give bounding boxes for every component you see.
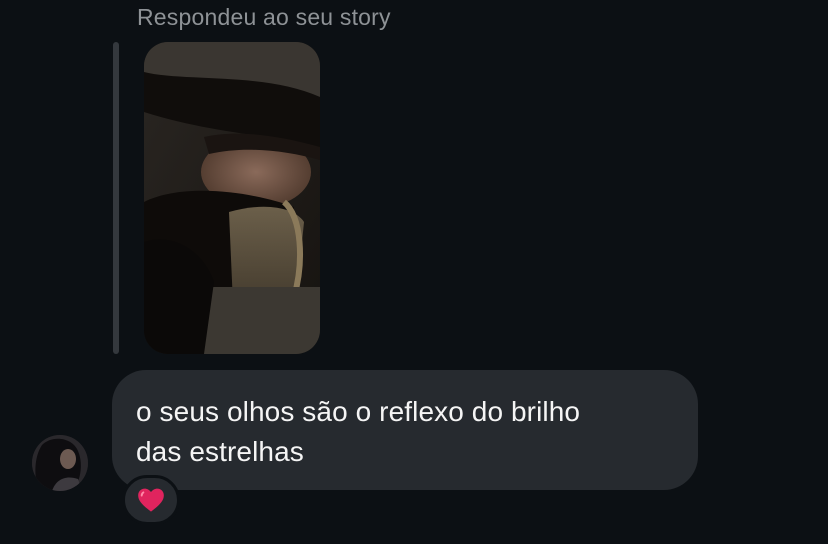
story-reply-label: Respondeu ao seu story bbox=[137, 4, 391, 30]
message-line-2: das estrelhas bbox=[136, 436, 304, 467]
heart-icon bbox=[138, 488, 164, 512]
reply-indicator-bar bbox=[113, 42, 119, 354]
avatar[interactable] bbox=[32, 435, 88, 491]
reaction-badge[interactable] bbox=[122, 475, 180, 525]
chat-screen: Respondeu ao seu story o seus olhos são … bbox=[0, 0, 828, 544]
story-thumbnail[interactable] bbox=[144, 42, 320, 354]
message-bubble[interactable]: o seus olhos são o reflexo do brilho das… bbox=[112, 370, 698, 490]
avatar-image bbox=[32, 435, 88, 491]
message-line-1: o seus olhos são o reflexo do brilho bbox=[136, 396, 581, 427]
story-image bbox=[144, 42, 320, 354]
